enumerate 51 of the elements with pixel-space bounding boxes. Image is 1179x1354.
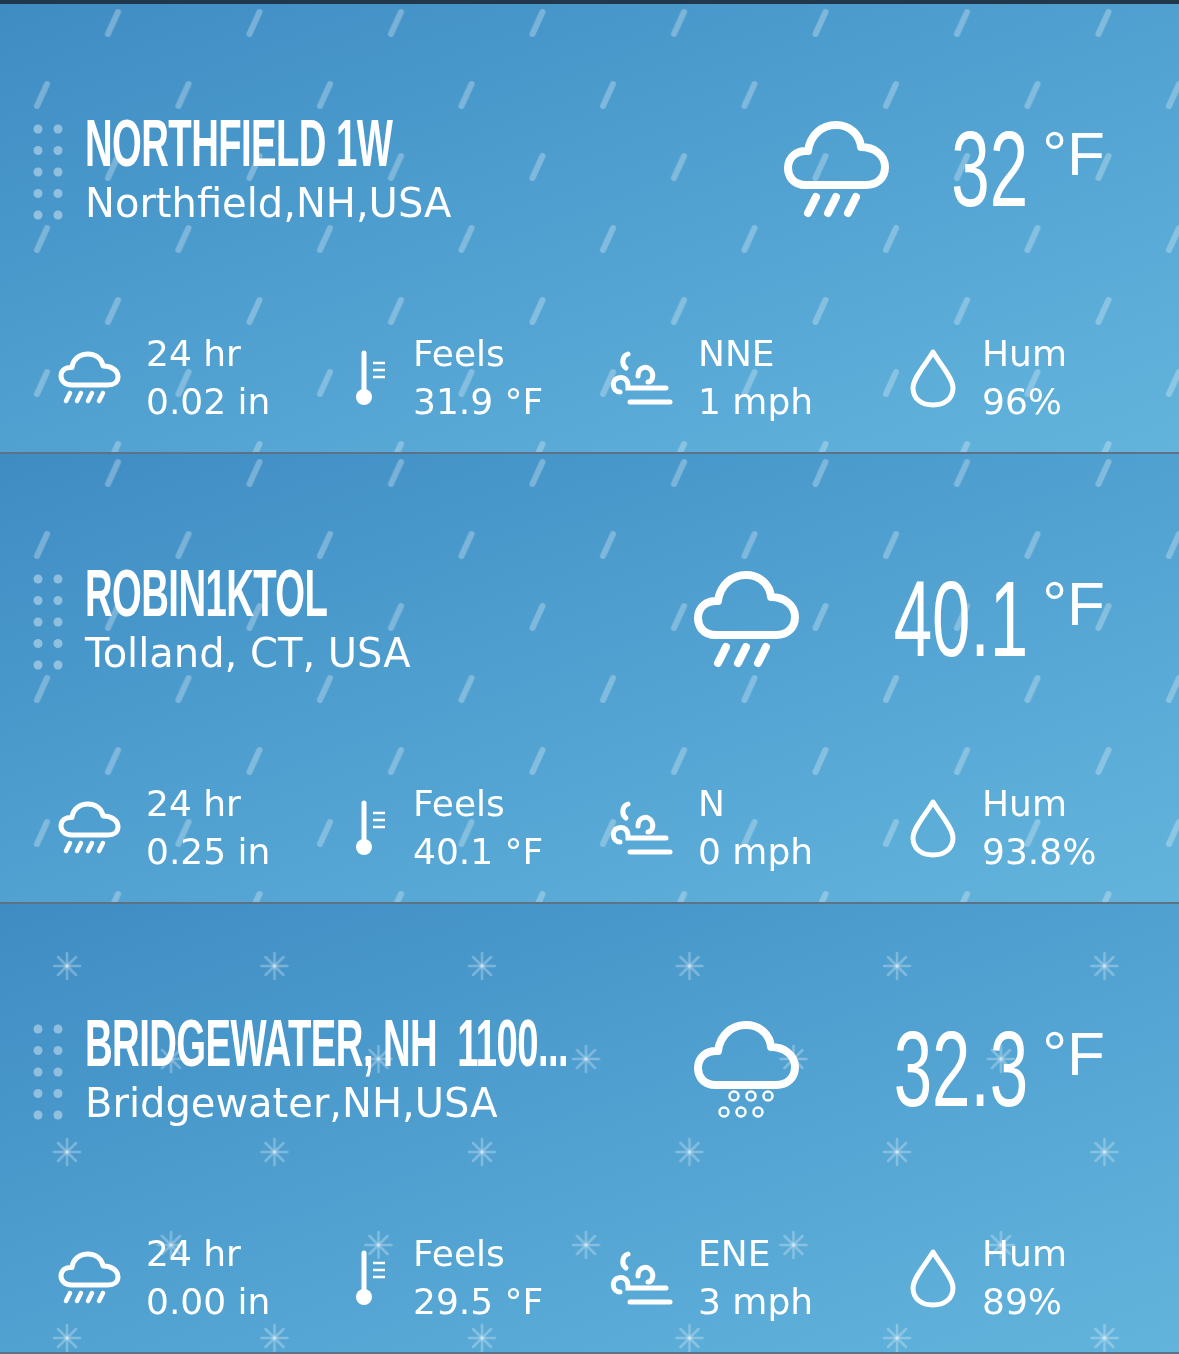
rain-cloud-icon: [58, 801, 122, 855]
precip-label: 24 hr: [146, 332, 242, 376]
feels-value: 40.1 °F: [413, 830, 544, 874]
wind-icon: [608, 798, 674, 858]
precip-value: 0.00 in: [146, 1280, 271, 1324]
feels-value: 29.5 °F: [413, 1280, 544, 1324]
water-drop-icon: [908, 1248, 958, 1308]
wind-direction: N: [698, 782, 726, 826]
wind-icon: [608, 1248, 674, 1308]
station-location: Northfield,NH,USA: [85, 179, 453, 228]
wind-direction: ENE: [698, 1232, 772, 1276]
feels-label: Feels: [413, 782, 506, 826]
humidity-value: 93.8%: [982, 830, 1097, 874]
wind-direction: NNE: [698, 332, 776, 376]
temperature-value: 32: [951, 114, 1029, 224]
water-drop-icon: [908, 798, 958, 858]
precip-label: 24 hr: [146, 782, 242, 826]
temperature-unit: °F: [1042, 118, 1105, 190]
wind-speed: 1 mph: [698, 380, 814, 424]
wind-speed: 0 mph: [698, 830, 814, 874]
humidity-label: Hum: [982, 1232, 1067, 1276]
station-name: NORTHFIELD 1W: [85, 109, 393, 177]
station-location: Bridgewater,NH,USA: [85, 1079, 499, 1128]
station-location: Tolland, CT, USA: [85, 629, 412, 678]
station-name: BRIDGEWATER, NH 1100...: [85, 1009, 569, 1077]
rain-cloud-icon: [58, 1251, 122, 1305]
humidity-label: Hum: [982, 332, 1067, 376]
temperature-unit: °F: [1042, 568, 1105, 640]
precip-value: 0.02 in: [146, 380, 271, 424]
rain-cloud-icon: [58, 351, 122, 405]
station-name: ROBIN1KTOL: [85, 559, 328, 627]
drag-handle-icon[interactable]: [33, 574, 63, 672]
temperature-value: 32.3: [893, 1014, 1029, 1124]
rain-cloud-icon: [694, 569, 801, 669]
wind-icon: [608, 348, 674, 408]
humidity-value: 89%: [982, 1280, 1063, 1324]
water-drop-icon: [908, 348, 958, 408]
feels-label: Feels: [413, 1232, 506, 1276]
feels-label: Feels: [413, 332, 506, 376]
temperature-unit: °F: [1042, 1018, 1105, 1090]
humidity-value: 96%: [982, 380, 1063, 424]
wind-speed: 3 mph: [698, 1280, 814, 1324]
precip-value: 0.25 in: [146, 830, 271, 874]
drag-handle-icon[interactable]: [33, 124, 63, 222]
rain-cloud-icon: [784, 119, 891, 219]
snow-cloud-icon: [694, 1019, 801, 1119]
feels-value: 31.9 °F: [413, 380, 544, 424]
drag-handle-icon[interactable]: [33, 1024, 63, 1122]
temperature-value: 40.1: [893, 564, 1029, 674]
humidity-label: Hum: [982, 782, 1068, 826]
precip-label: 24 hr: [146, 1232, 242, 1276]
